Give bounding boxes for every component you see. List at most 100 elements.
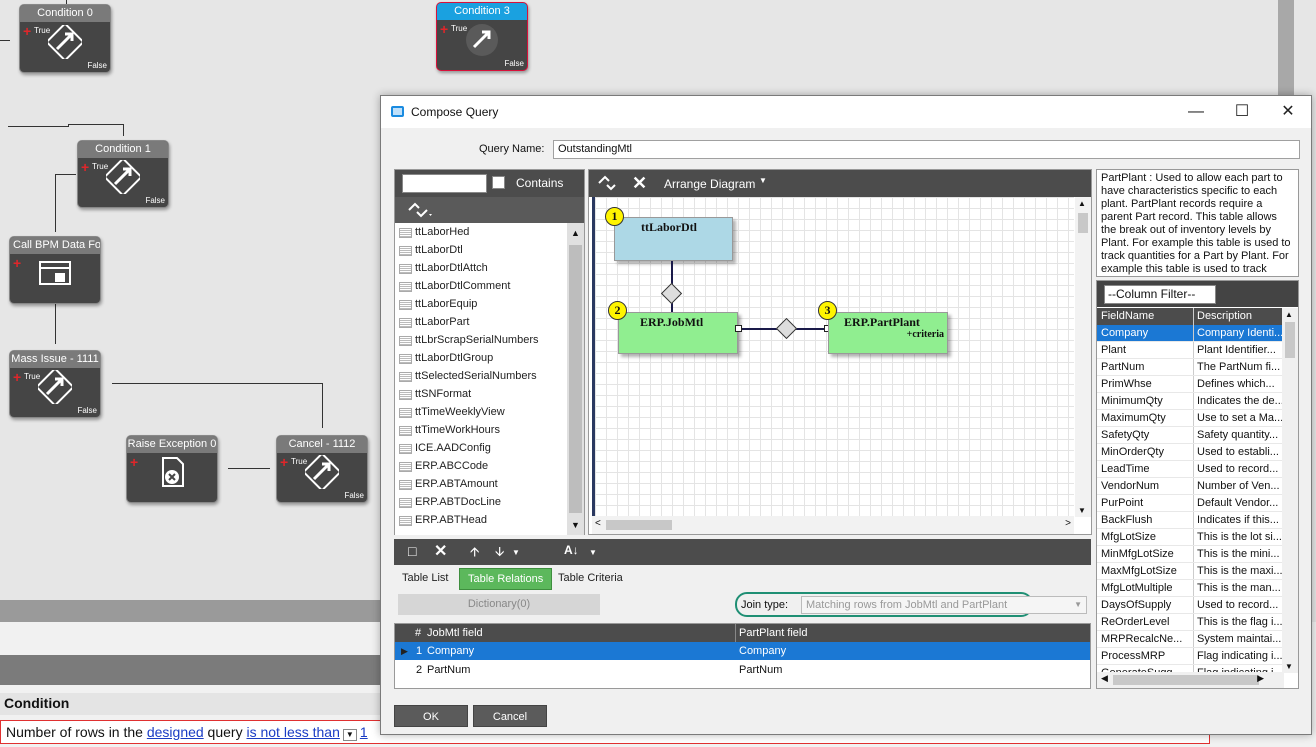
ok-button[interactable]: OK — [394, 705, 468, 727]
description-header[interactable]: Description — [1194, 308, 1283, 325]
scroll-up-icon[interactable]: ▲ — [567, 223, 584, 243]
column-vscrollbar[interactable]: ▲ ▼ — [1282, 308, 1298, 673]
column-list[interactable]: Company Company Identi... Plant Plant Ident… — [1097, 325, 1283, 673]
maximize-icon[interactable]: ☐ — [1219, 96, 1265, 128]
scroll-thumb[interactable] — [606, 520, 672, 530]
query-name-input[interactable]: OutstandingMtl — [553, 140, 1300, 159]
table-row[interactable]: Plant Plant Identifier... — [1097, 342, 1283, 359]
cancel-button[interactable]: Cancel — [473, 705, 547, 727]
tab-table-relations[interactable]: Table Relations — [459, 568, 553, 590]
contains-checkbox[interactable] — [492, 176, 505, 189]
chevron-down-icon[interactable]: ▼ — [589, 548, 597, 557]
workflow-node-condition-0[interactable]: Condition 0 + True False — [19, 4, 111, 73]
table-list-item[interactable]: ttTimeWeeklyView — [395, 403, 568, 421]
tab-table-criteria[interactable]: Table Criteria — [550, 568, 631, 590]
splitter[interactable] — [0, 600, 380, 622]
new-icon[interactable]: □ — [408, 543, 416, 559]
table-list-item[interactable]: ttLaborPart — [395, 313, 568, 331]
sort-icon[interactable]: A↓ — [564, 543, 579, 557]
move-down-icon[interactable]: 🡫 — [495, 543, 504, 565]
dropdown-icon[interactable]: ▼ — [342, 729, 357, 741]
scroll-right-icon[interactable]: > — [1065, 518, 1071, 529]
table-row[interactable]: MinMfgLotSize This is the mini... — [1097, 546, 1283, 563]
chevron-down-icon[interactable]: ▼ — [512, 548, 520, 557]
table-row[interactable]: MfgLotSize This is the lot si... — [1097, 529, 1283, 546]
table-list[interactable]: ttLaborHed ttLaborDtl ttLaborDtlAttch ttLab… — [395, 223, 568, 535]
value-link[interactable]: 1 — [360, 724, 368, 740]
tab-table-list[interactable]: Table List — [394, 568, 456, 590]
table-row[interactable]: LeadTime Used to record... — [1097, 461, 1283, 478]
table-row[interactable]: PurPoint Default Vendor... — [1097, 495, 1283, 512]
table-row[interactable]: 2 PartNum PartNum — [395, 661, 1090, 679]
table-list-item[interactable]: ERP.ABTAmount — [395, 475, 568, 493]
table-row[interactable]: ProcessMRP Flag indicating i... — [1097, 648, 1283, 665]
diagram-canvas[interactable]: ttLaborDtl 1 ERP.JobMtl 2 ERP.PartPlant … — [592, 197, 1074, 517]
workflow-node-condition-3[interactable]: Condition 3 + True False — [436, 2, 528, 71]
table-list-item[interactable]: ERP.ABCCode — [395, 457, 568, 475]
fieldname-header[interactable]: FieldName — [1097, 308, 1194, 325]
table-row[interactable]: Company Company Identi... — [1097, 325, 1283, 342]
table-row[interactable]: MinimumQty Indicates the de... — [1097, 393, 1283, 410]
diagram-hscrollbar[interactable]: < > — [592, 516, 1074, 534]
workflow-node-raise-exception[interactable]: Raise Exception 0 + — [126, 435, 218, 503]
scroll-thumb[interactable] — [569, 245, 582, 513]
diagram-table-partplant[interactable]: ERP.PartPlant +criteria — [828, 312, 948, 354]
workflow-node-condition-1[interactable]: Condition 1 + True False — [77, 140, 169, 208]
link-icon[interactable] — [407, 202, 433, 218]
table-row[interactable]: PrimWhse Defines which... — [1097, 376, 1283, 393]
table-list-item[interactable]: ERP.ABTHead — [395, 511, 568, 529]
scroll-thumb[interactable] — [1078, 213, 1088, 233]
table-list-item[interactable]: ttLaborDtlAttch — [395, 259, 568, 277]
table-list-item[interactable]: ttLaborHed — [395, 223, 568, 241]
scroll-thumb[interactable] — [1113, 675, 1259, 685]
move-up-icon[interactable]: 🡩 — [470, 543, 479, 565]
diagram-table-jobmtl[interactable]: ERP.JobMtl — [618, 312, 738, 354]
workflow-node-cancel[interactable]: Cancel - 1112 + True False — [276, 435, 368, 503]
table-row[interactable]: MinOrderQty Used to establi... — [1097, 444, 1283, 461]
right-field[interactable]: PartNum — [739, 661, 782, 679]
table-list-item[interactable]: ttLaborDtl — [395, 241, 568, 259]
table-row[interactable]: DaysOfSupply Used to record... — [1097, 597, 1283, 614]
scroll-left-icon[interactable]: ◀ — [1101, 673, 1108, 684]
scroll-up-icon[interactable]: ▲ — [1285, 310, 1293, 319]
operator-link[interactable]: is not less than — [246, 724, 339, 740]
table-list-item[interactable]: ttSNFormat — [395, 385, 568, 403]
table-row[interactable]: MfgLotMultiple This is the man... — [1097, 580, 1283, 597]
delete-icon[interactable]: ✕ — [434, 541, 447, 561]
right-field[interactable]: Company — [739, 642, 786, 660]
table-list-item[interactable]: ERP.ABTDocLine — [395, 493, 568, 511]
table-list-item[interactable]: ttTimeWorkHours — [395, 421, 568, 439]
left-field-header[interactable]: JobMtl field — [427, 627, 483, 639]
table-row[interactable]: SafetyQty Safety quantity... — [1097, 427, 1283, 444]
minimize-icon[interactable]: — — [1173, 96, 1219, 128]
relation-diamond-selected[interactable] — [775, 317, 798, 340]
table-row[interactable]: ▶ 1 Company Company — [395, 642, 1090, 660]
dictionary-button[interactable]: Dictionary(0) — [398, 594, 600, 615]
table-row[interactable]: PartNum The PartNum fi... — [1097, 359, 1283, 376]
table-search-input[interactable] — [402, 174, 487, 193]
scroll-down-icon[interactable]: ▼ — [567, 515, 584, 535]
table-row[interactable]: MaximumQty Use to set a Ma... — [1097, 410, 1283, 427]
arrange-diagram-button[interactable]: Arrange Diagram — [664, 177, 755, 191]
table-list-item[interactable]: ICE.AADConfig — [395, 439, 568, 457]
link-icon[interactable] — [597, 175, 617, 191]
join-type-select[interactable]: Matching rows from JobMtl and PartPlant … — [801, 596, 1087, 614]
table-row[interactable]: MaxMfgLotSize This is the maxi... — [1097, 563, 1283, 580]
table-row[interactable]: VendorNum Number of Ven... — [1097, 478, 1283, 495]
scroll-down-icon[interactable]: ▼ — [1285, 662, 1293, 671]
table-row[interactable]: BackFlush Indicates if this... — [1097, 512, 1283, 529]
column-filter-input[interactable]: --Column Filter-- — [1104, 285, 1216, 304]
right-field-header[interactable]: PartPlant field — [739, 627, 807, 639]
column-hscrollbar[interactable]: ◀ ▶ — [1097, 672, 1284, 688]
diagram-vscrollbar[interactable]: ▲ ▼ — [1075, 197, 1091, 517]
scroll-right-icon[interactable]: ▶ — [1257, 673, 1264, 684]
workflow-node-mass-issue[interactable]: Mass Issue - 1111 + True False — [9, 350, 101, 418]
relations-grid[interactable]: # JobMtl field PartPlant field ▶ 1 Compa… — [394, 623, 1091, 689]
chevron-down-icon[interactable]: ▼ — [759, 176, 767, 185]
left-field[interactable]: PartNum — [427, 661, 470, 679]
table-list-item[interactable]: ttLaborDtlComment — [395, 277, 568, 295]
close-icon[interactable]: ✕ — [1265, 96, 1311, 128]
table-list-scrollbar[interactable]: ▲ ▼ — [567, 223, 584, 535]
table-list-item[interactable]: ttLaborDtlGroup — [395, 349, 568, 367]
scroll-left-icon[interactable]: < — [595, 518, 601, 529]
